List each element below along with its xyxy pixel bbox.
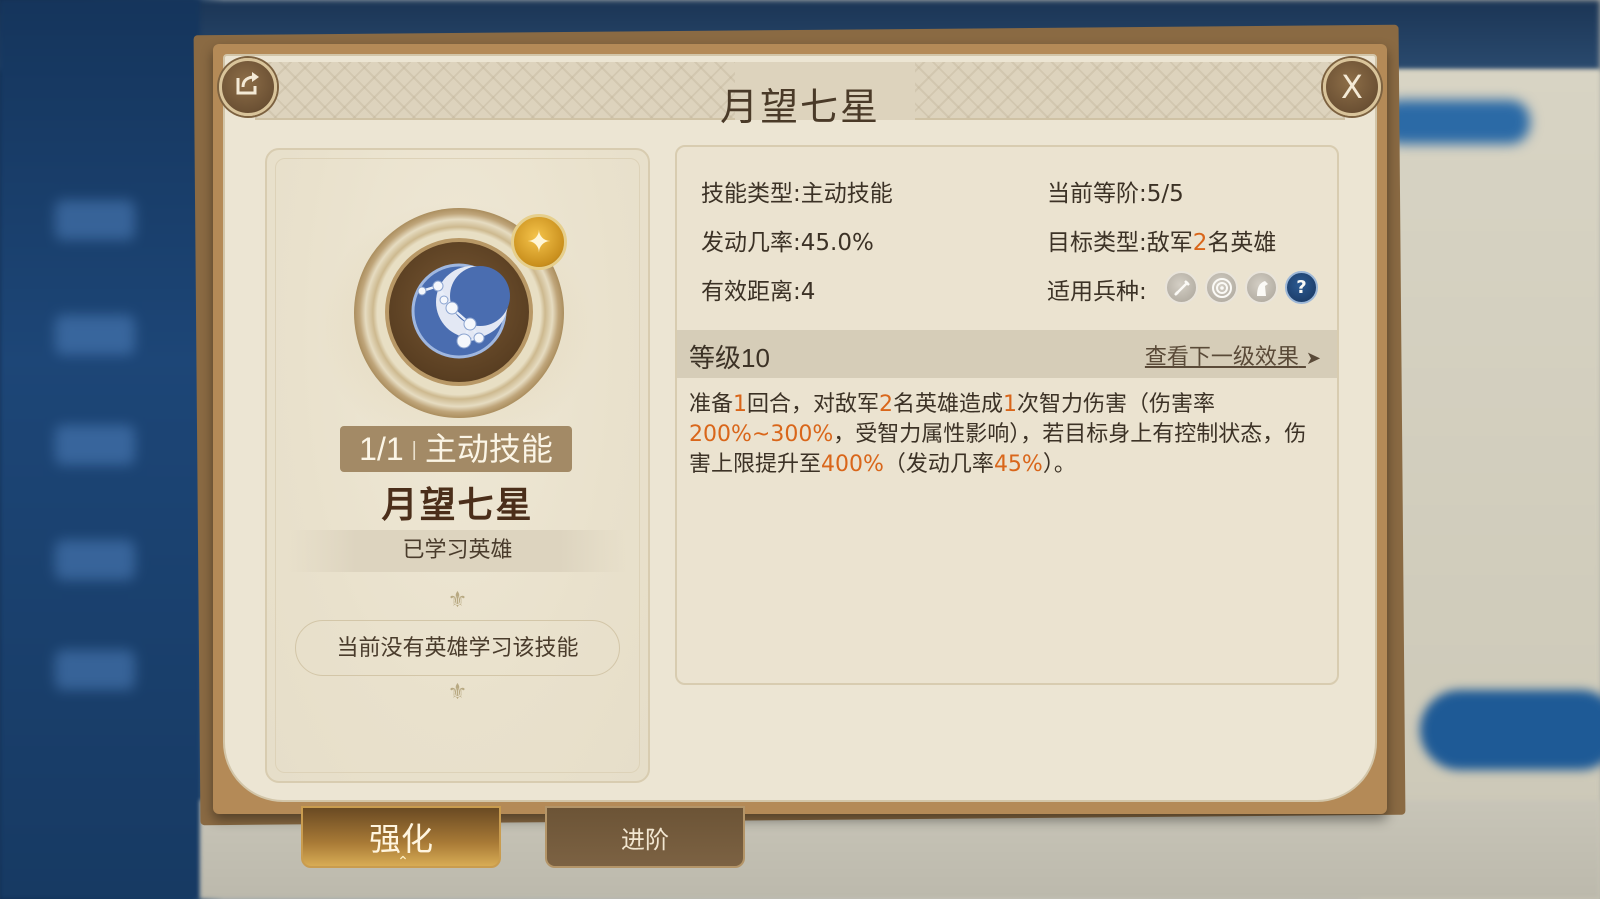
help-question-icon[interactable]: ? bbox=[1285, 271, 1318, 304]
constellation-moon-icon[interactable] bbox=[404, 256, 514, 366]
background-right-button bbox=[1380, 100, 1530, 144]
title-bar: 月望七星 bbox=[255, 62, 1345, 129]
cavalry-horse-icon[interactable] bbox=[1245, 271, 1278, 304]
tab-advance-label: 进阶 bbox=[621, 825, 669, 854]
learned-heroes-label: 已学习英雄 bbox=[287, 530, 628, 572]
close-button[interactable]: X bbox=[1323, 58, 1381, 116]
ornament-top: ⚜ bbox=[447, 588, 468, 613]
trigger-rate-value: 45.0% bbox=[800, 230, 874, 256]
background-right-action-button bbox=[1420, 690, 1600, 770]
skill-count: 1/1 bbox=[359, 431, 404, 467]
skill-description: 准备1回合，对敌军2名英雄造成1次智力伤害（伤害率200%~300%，受智力属性… bbox=[689, 392, 1307, 477]
dialog-title: 月望七星 bbox=[719, 85, 880, 129]
rank-value: 5/5 bbox=[1146, 181, 1184, 207]
range-row: 有效距离:4 bbox=[701, 279, 816, 305]
skill-type-label: 主动技能 bbox=[424, 431, 553, 467]
troop-type-row: 适用兵种: bbox=[1047, 279, 1147, 305]
skill-type-value: 主动技能 bbox=[800, 181, 893, 207]
skill-info-panel: 技能类型:主动技能 当前等阶:5/5 发动几率:45.0% 目标类型:敌军2名英… bbox=[675, 145, 1339, 685]
infantry-sword-icon[interactable] bbox=[1165, 271, 1198, 304]
trigger-rate-row: 发动几率:45.0% bbox=[701, 230, 874, 256]
range-value: 4 bbox=[800, 279, 816, 305]
rank-row: 当前等阶:5/5 bbox=[1047, 181, 1184, 207]
tab-enhance[interactable]: 强化 ⌃ bbox=[301, 806, 501, 870]
gold-star-icon: ✦ bbox=[511, 214, 567, 270]
view-next-level-link[interactable]: 查看下一级效果 ➤ bbox=[1145, 339, 1321, 371]
tab-active-indicator: ⌃ bbox=[397, 854, 409, 870]
troop-type-icons: ? bbox=[1165, 271, 1318, 307]
target-type-row: 目标类型:敌军2名英雄 bbox=[1047, 230, 1277, 256]
ornament-bottom: ⚜ bbox=[447, 680, 468, 705]
skill-type-tag: 1/1 | 主动技能 bbox=[340, 426, 572, 472]
archer-target-icon[interactable] bbox=[1205, 271, 1238, 304]
target-count: 2 bbox=[1192, 230, 1208, 256]
share-icon bbox=[233, 68, 263, 106]
skill-name: 月望七星 bbox=[381, 485, 534, 526]
arrow-right-icon: ➤ bbox=[1305, 348, 1321, 369]
share-button[interactable] bbox=[219, 58, 277, 116]
skill-card: ✦ 1/1 | 主动技能 月望七星 已学习英雄 ⚜ 当前没有英雄学习该技能 ⚜ bbox=[265, 148, 650, 783]
level-label: 等级10 bbox=[689, 343, 770, 373]
background-left-sidebar bbox=[0, 0, 200, 899]
level-bar: 等级10 查看下一级效果 ➤ bbox=[677, 330, 1337, 378]
tab-advance[interactable]: 进阶 bbox=[545, 806, 745, 868]
close-icon: X bbox=[1341, 68, 1363, 106]
no-hero-message: 当前没有英雄学习该技能 bbox=[295, 620, 620, 676]
skill-type-row: 技能类型:主动技能 bbox=[701, 181, 893, 207]
